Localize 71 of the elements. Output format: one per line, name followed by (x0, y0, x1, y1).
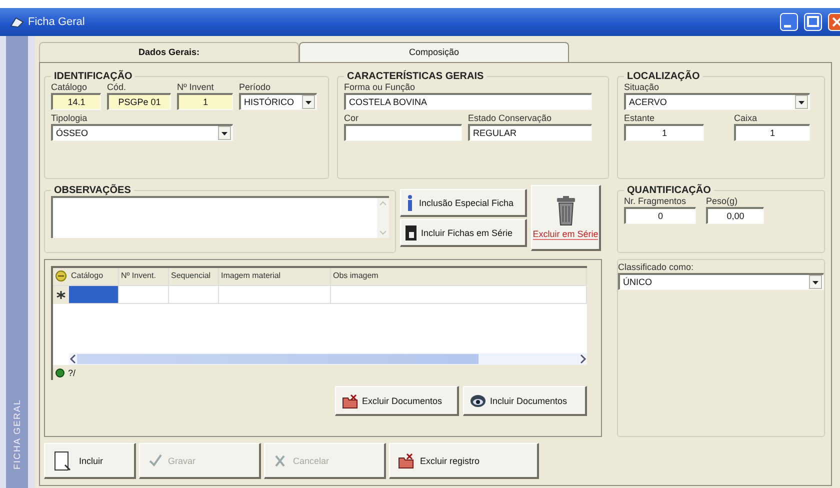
eye-icon (470, 392, 486, 408)
record-position: ?/ (68, 368, 76, 378)
column-header[interactable]: Nº Invent. (119, 268, 169, 285)
field-label: Estante (624, 113, 656, 123)
scroll-thumb[interactable] (77, 354, 579, 364)
tab[interactable]: Dados Gerais: (39, 42, 299, 62)
text-field[interactable]: 1 (734, 124, 810, 141)
field-label: Caixa (734, 113, 758, 123)
column-header[interactable]: Catálogo (69, 268, 119, 285)
scroll-right-icon (579, 354, 587, 364)
section-title: OBSERVAÇÕES (53, 185, 132, 196)
scroll-left-icon (69, 354, 77, 364)
field-label: Peso(g) (706, 196, 739, 206)
dropdown[interactable]: ÓSSEO (51, 124, 233, 141)
field-label: Catálogo (51, 82, 88, 92)
minimize-icon (780, 13, 798, 31)
button[interactable]: Excluir registro (389, 443, 539, 479)
text-field[interactable]: 1 (177, 93, 233, 110)
field-label: Estado Conservação (468, 113, 553, 123)
horizontal-scrollbar[interactable] (69, 353, 587, 365)
text-field[interactable]: COSTELA BOVINA (344, 93, 592, 110)
info-icon (405, 194, 415, 210)
folder-delete-icon (398, 450, 414, 470)
button[interactable]: Excluir Documentos (335, 386, 459, 416)
dropdown[interactable]: ÚNICO (618, 273, 824, 290)
text-field[interactable]: PSGPe 01 (107, 93, 171, 110)
button[interactable]: Inclusão Especial Ficha (400, 189, 527, 217)
dropdown[interactable]: ACERVO (624, 93, 810, 110)
trash-icon (556, 196, 576, 226)
window-title: Ficha Geral (28, 16, 85, 28)
status-dot-icon (55, 368, 65, 378)
text-area[interactable] (51, 196, 389, 238)
tab[interactable]: Composição (299, 42, 569, 62)
folder-delete-icon (342, 392, 358, 408)
maximize-icon (804, 13, 822, 31)
text-field[interactable]: 0,00 (706, 207, 764, 224)
column-header[interactable]: Sequencial (169, 268, 219, 285)
scrollbar-icon (377, 198, 389, 238)
section-title: QUANTIFICAÇÃO (626, 185, 712, 196)
document-icon (405, 224, 417, 240)
button[interactable]: Incluir (44, 443, 136, 479)
text-field[interactable]: 1 (624, 124, 704, 141)
field-label: Período (239, 82, 272, 92)
button[interactable]: Incluir Fichas em Série (400, 219, 527, 247)
section-title: LOCALIZAÇÃO (626, 71, 701, 82)
text-field[interactable] (344, 124, 462, 141)
section-title: CARACTERÍSTICAS GERAIS (346, 71, 485, 82)
delete-series-button[interactable]: Excluir em Série (531, 185, 601, 251)
text-field[interactable]: 0 (624, 207, 696, 224)
field-label: Forma ou Função (344, 82, 416, 92)
column-header[interactable]: Obs imagem (331, 268, 587, 285)
text-field[interactable]: 14.1 (51, 93, 101, 110)
close-icon (828, 13, 840, 31)
field-label: Cor (344, 113, 360, 123)
field-label: Cód. (107, 82, 128, 92)
document-icon (53, 450, 73, 470)
button: Cancelar (264, 443, 386, 479)
dropdown[interactable]: HISTÓRICO (239, 93, 317, 110)
field-label: Situação (624, 82, 660, 92)
section-title: IDENTIFICAÇÃO (53, 71, 134, 82)
text-field[interactable]: REGULAR (468, 124, 592, 141)
field-label: Tipologia (51, 113, 88, 123)
app-icon (10, 16, 24, 28)
field-label: Nº Invent (177, 82, 215, 92)
button[interactable]: Incluir Documentos (463, 386, 587, 416)
button: Gravar (139, 443, 261, 479)
table-cell[interactable] (69, 286, 119, 303)
column-header[interactable]: Imagem material (219, 268, 331, 285)
side-label: FICHA GERAL (12, 399, 22, 470)
field-label: Nr. Fragmentos (624, 196, 688, 206)
field-label: Classificado como: (618, 262, 695, 272)
